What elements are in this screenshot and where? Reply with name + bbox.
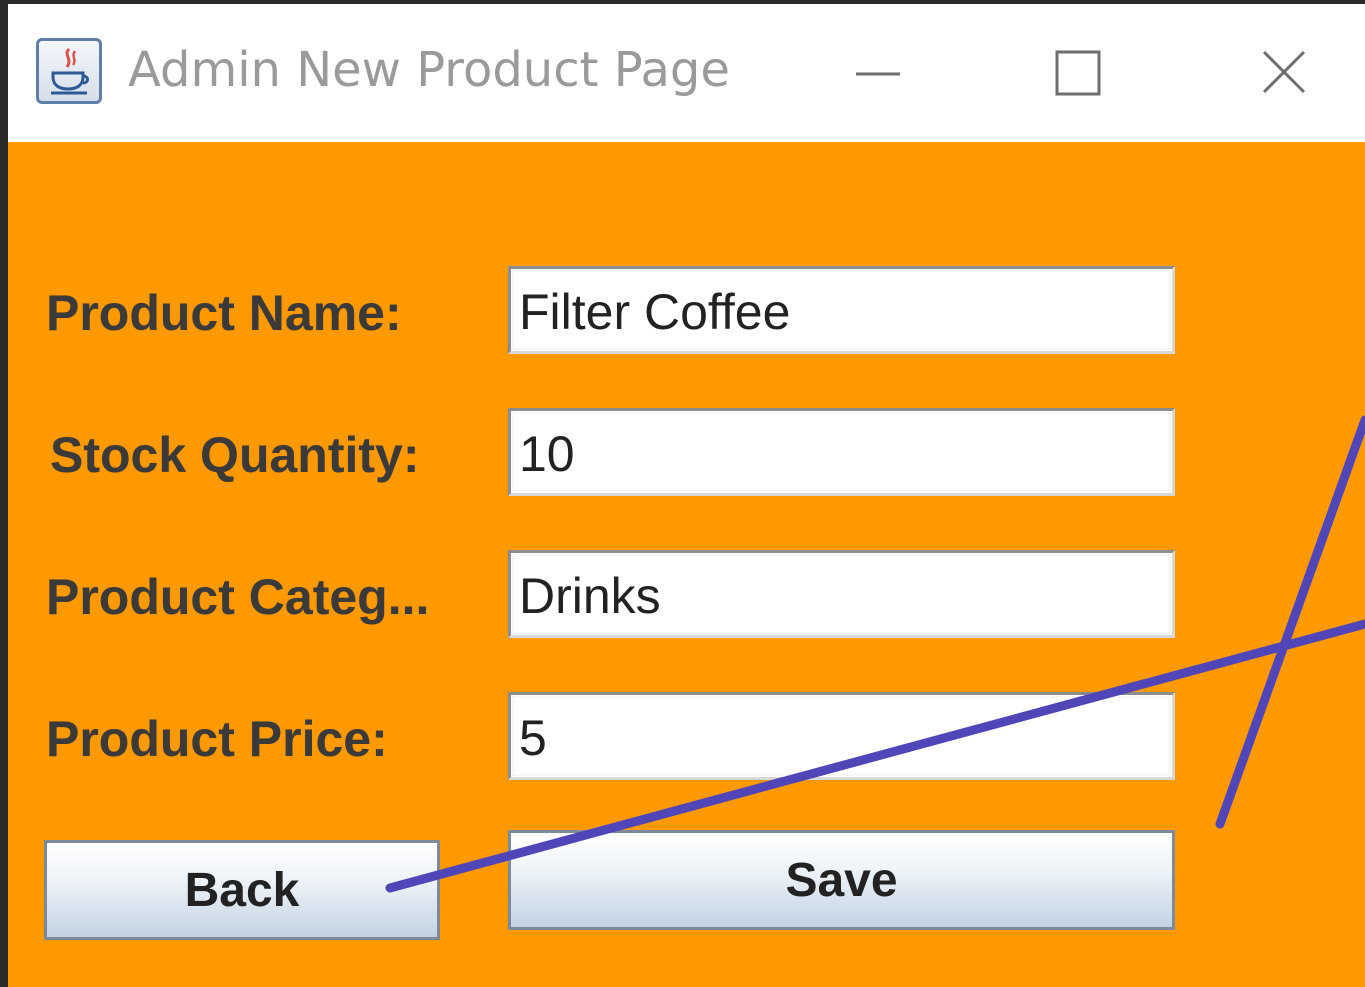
close-icon[interactable]	[1244, 34, 1324, 114]
title-bar: Admin New Product Page	[8, 4, 1365, 142]
product-price-label: Product Price:	[46, 711, 388, 767]
minimize-icon[interactable]	[838, 34, 918, 114]
stock-quantity-field[interactable]: 10	[508, 408, 1175, 496]
product-name-field[interactable]: Filter Coffee	[508, 266, 1175, 354]
maximize-icon[interactable]	[1038, 34, 1118, 114]
product-category-field[interactable]: Drinks	[508, 550, 1175, 638]
product-name-value: Filter Coffee	[519, 284, 791, 340]
admin-new-product-window: Admin New Product Page Product Name: Fil…	[8, 4, 1365, 987]
stock-quantity-label: Stock Quantity:	[50, 427, 420, 483]
java-coffee-cup-icon	[36, 38, 102, 104]
product-name-label: Product Name:	[46, 285, 402, 341]
product-category-label: Product Categ...	[46, 569, 430, 625]
stock-quantity-value: 10	[519, 426, 575, 482]
product-price-value: 5	[519, 710, 547, 766]
save-button[interactable]: Save	[508, 830, 1175, 930]
product-price-field[interactable]: 5	[508, 692, 1175, 780]
window-title: Admin New Product Page	[128, 42, 730, 98]
product-category-value: Drinks	[519, 568, 661, 624]
back-button[interactable]: Back	[44, 840, 440, 940]
